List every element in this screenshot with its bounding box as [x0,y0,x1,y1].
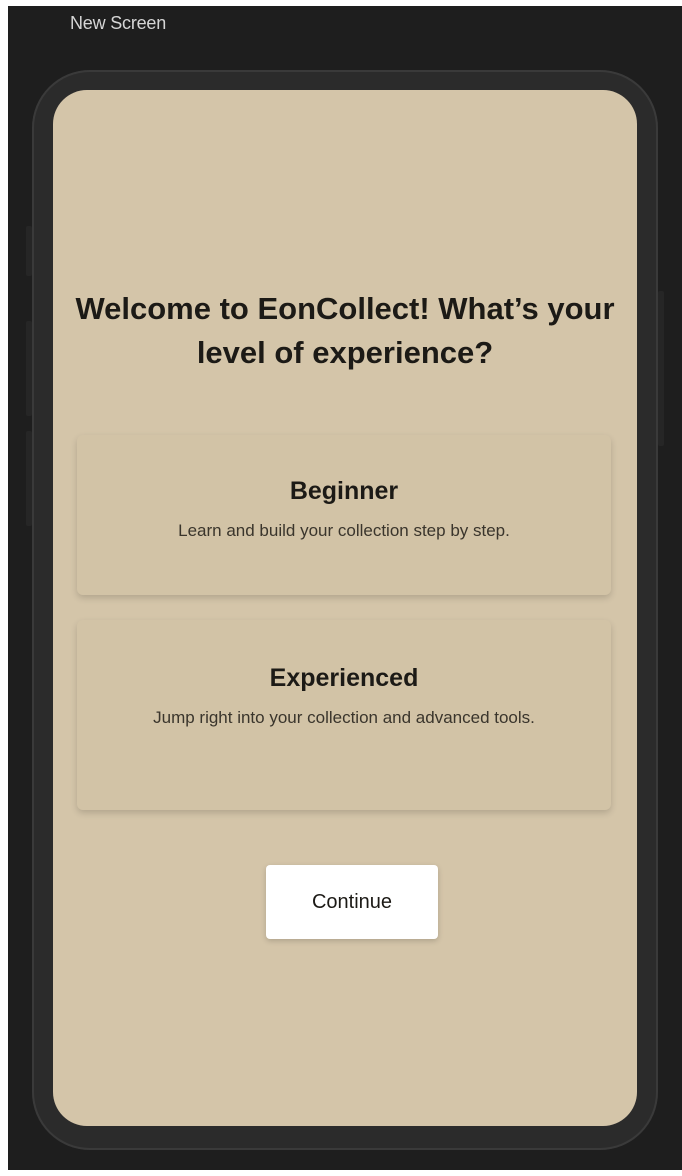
design-canvas: New Screen Welcome to EonCollect! What’s… [8,6,682,1170]
volume-up-button [26,226,32,276]
experienced-option-card[interactable]: Experienced Jump right into your collect… [77,620,611,810]
power-button [658,291,664,446]
welcome-heading: Welcome to EonCollect! What’s your level… [75,291,615,370]
continue-button[interactable]: Continue [266,865,438,939]
mute-switch [26,431,32,526]
phone-screen: Welcome to EonCollect! What’s your level… [53,90,637,1126]
beginner-title: Beginner [289,477,399,505]
beginner-option-card[interactable]: Beginner Learn and build your collection… [77,435,611,595]
experienced-description: Jump right into your collection and adva… [153,708,535,727]
volume-down-button [26,321,32,416]
experienced-title: Experienced [269,664,419,692]
beginner-description: Learn and build your collection step by … [178,521,510,540]
screen-label: New Screen [70,13,167,33]
